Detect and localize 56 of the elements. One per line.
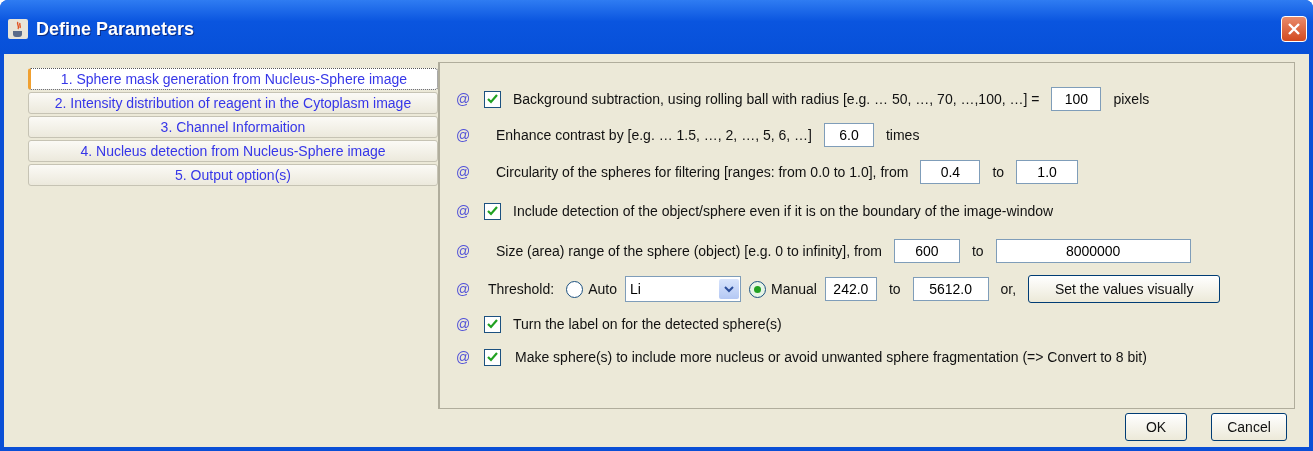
option-label: Make sphere(s) to include more nucleus or avoid unwanted sphere fragmentation (=> Convert to 8 bit)	[515, 349, 1147, 365]
input-field[interactable]: 600	[893, 239, 960, 263]
window-title: Define Parameters	[36, 18, 196, 40]
chevron-down-icon	[723, 285, 734, 293]
option-label: Background subtraction, using rolling ball with radius [e.g. … 50, …, 70, …,100, …] =	[513, 91, 1040, 107]
option-label: Circularity of the spheres for filtering [ranges: from 0.0 to 1.0], from	[496, 164, 909, 180]
input-field[interactable]: 242.0	[824, 277, 877, 301]
radio-label: Manual	[770, 281, 817, 297]
radio-button[interactable]	[748, 280, 766, 298]
tab[interactable]: 5. Output option(s)	[28, 164, 438, 186]
dropdown[interactable]: Li	[624, 276, 741, 302]
checkbox[interactable]	[484, 90, 501, 108]
checkmark-icon	[487, 319, 498, 329]
option-label: Enhance contrast by [e.g. … 1.5, …, 2, …, 5, 6, …]	[496, 127, 812, 143]
ok-button[interactable]: OK	[1125, 413, 1187, 441]
input-field[interactable]: 5612.0	[912, 277, 989, 301]
radio-label: Auto	[588, 281, 617, 297]
input-field[interactable]: 6.0	[823, 123, 874, 147]
checkmark-icon	[487, 94, 498, 104]
tab[interactable]: 2. Intensity distribution of reagent in the Cytoplasm image	[28, 92, 438, 114]
checkbox[interactable]	[484, 202, 501, 220]
cancel-button[interactable]: Cancel	[1211, 413, 1287, 441]
option-label: to	[971, 243, 984, 259]
checkbox[interactable]	[484, 315, 501, 333]
option-label: Size (area) range of the sphere (object) [e.g. 0 to infinity], from	[496, 243, 882, 259]
option-label: Threshold:	[488, 281, 555, 297]
row-marker: @	[456, 91, 472, 107]
close-button[interactable]	[1281, 16, 1307, 42]
row-marker: @	[456, 281, 472, 297]
tab[interactable]: 3. Channel Informaition	[28, 116, 438, 138]
row-marker: @	[456, 203, 472, 219]
option-label: pixels	[1113, 91, 1150, 107]
option-label: to	[888, 281, 901, 297]
option-label: to	[992, 164, 1005, 180]
row-marker: @	[456, 164, 472, 180]
option-label: or,	[1000, 281, 1017, 297]
checkmark-icon	[487, 206, 498, 216]
input-field[interactable]: 100	[1051, 87, 1102, 111]
tab[interactable]: 4. Nucleus detection from Nucleus-Sphere image	[28, 140, 438, 162]
row-marker: @	[456, 349, 472, 365]
input-field[interactable]: 8000000	[995, 239, 1191, 263]
close-icon	[1288, 23, 1300, 35]
set-values-button[interactable]: Set the values visually	[1028, 275, 1221, 303]
row-marker: @	[456, 316, 472, 332]
row-marker: @	[456, 127, 472, 143]
input-field[interactable]: 0.4	[920, 160, 981, 184]
tab[interactable]: 1. Sphere mask generation from Nucleus-Sphere image	[28, 68, 438, 90]
option-label: Turn the label on for the detected sphere(s)	[513, 316, 782, 332]
row-marker: @	[456, 243, 472, 259]
input-field[interactable]: 1.0	[1016, 160, 1079, 184]
option-label: Include detection of the object/sphere even if it is on the boundary of the image-window	[513, 203, 1054, 219]
checkmark-icon	[487, 352, 498, 362]
cup-icon	[8, 19, 28, 39]
checkbox[interactable]	[484, 348, 501, 366]
option-label: times	[885, 127, 920, 143]
radio-button[interactable]	[566, 280, 584, 298]
